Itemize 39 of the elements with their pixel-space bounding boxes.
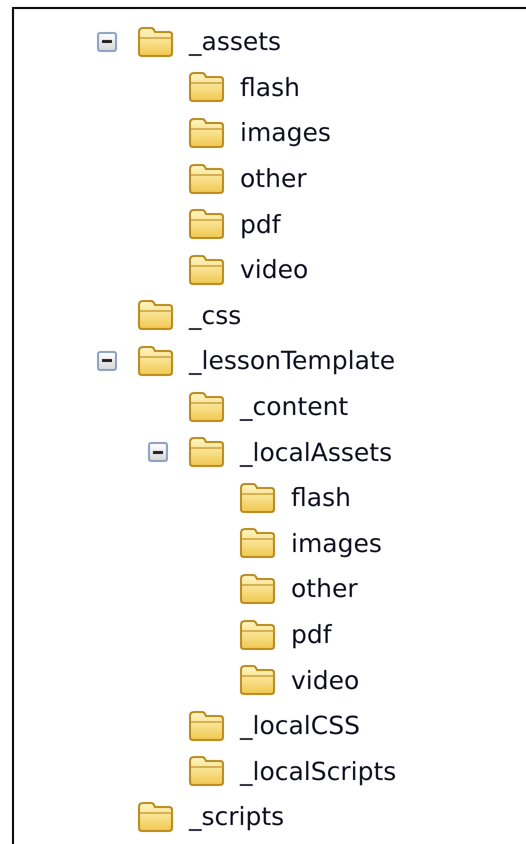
folder-icon — [137, 800, 175, 833]
folder-label[interactable]: _localScripts — [240, 758, 396, 784]
folder-icon — [188, 390, 226, 423]
folder-label[interactable]: _scripts — [189, 804, 284, 830]
collapse-button[interactable] — [97, 350, 117, 371]
folder-icon — [239, 664, 277, 696]
folder-label[interactable]: _localCSS — [240, 713, 360, 738]
folder-label[interactable]: _localAssets — [240, 440, 392, 465]
folder-icon — [239, 618, 277, 651]
folder-label[interactable]: flash — [291, 485, 351, 510]
folder-icon — [188, 71, 226, 104]
folder-label[interactable]: pdf — [240, 212, 281, 237]
folder-label[interactable]: video — [240, 257, 308, 282]
folder-icon — [137, 299, 175, 332]
folder-label[interactable]: _content — [240, 394, 348, 420]
folder-icon — [188, 710, 226, 742]
folder-icon — [188, 436, 226, 468]
folder-label[interactable]: other — [240, 166, 307, 192]
folder-icon — [137, 26, 175, 58]
folder-icon — [137, 344, 175, 377]
folder-label[interactable]: video — [291, 668, 360, 693]
folder-label[interactable]: pdf — [291, 622, 332, 648]
folder-label[interactable]: flash — [240, 74, 300, 100]
folder-icon — [188, 208, 226, 240]
folder-label[interactable]: images — [291, 530, 382, 556]
folder-label[interactable]: _lessonTemplate — [189, 348, 396, 374]
folder-label[interactable]: _css — [189, 302, 242, 328]
folder-icon — [239, 572, 277, 605]
collapse-button[interactable] — [148, 442, 168, 462]
folder-icon — [239, 527, 277, 560]
folder-icon — [188, 162, 226, 195]
folder-icon — [188, 755, 226, 788]
folder-icon — [188, 254, 226, 286]
folder-icon — [239, 482, 277, 514]
collapse-button[interactable] — [97, 32, 117, 52]
folder-label[interactable]: other — [291, 576, 358, 602]
folder-label[interactable]: _assets — [189, 29, 282, 54]
folder-icon — [188, 116, 226, 149]
folder-label[interactable]: images — [240, 120, 331, 146]
